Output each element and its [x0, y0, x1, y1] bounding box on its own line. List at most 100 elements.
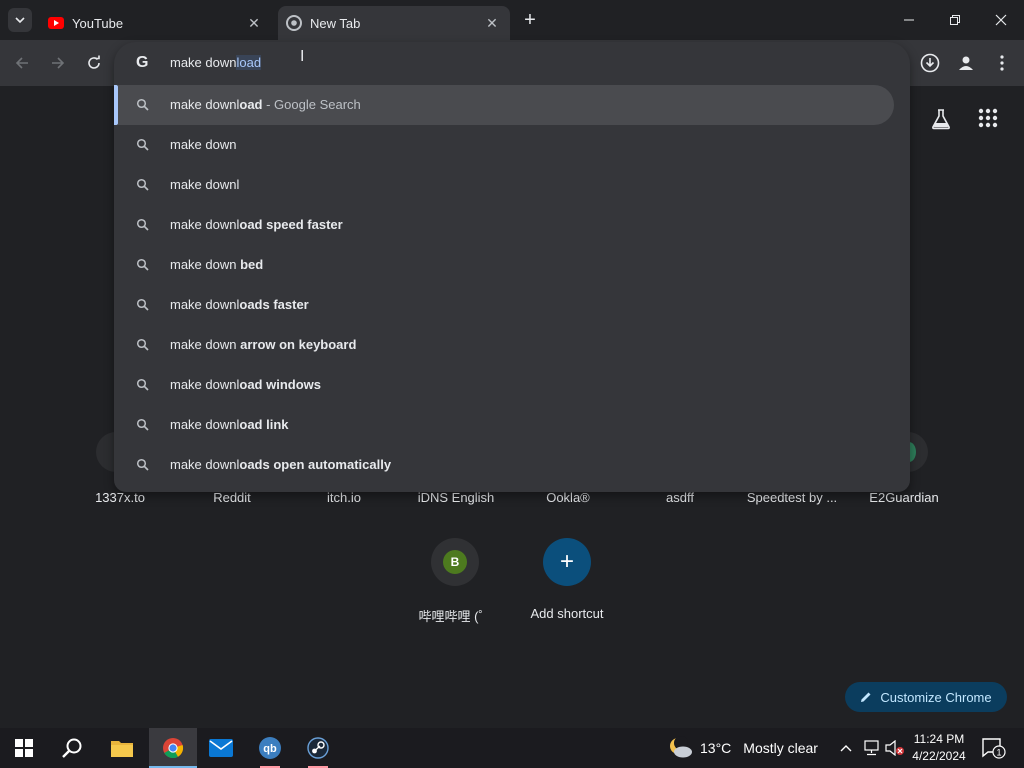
search-button[interactable]: [48, 728, 96, 768]
youtube-icon: [48, 15, 64, 31]
forward-button[interactable]: [46, 51, 70, 75]
more-vert-icon: [1000, 55, 1004, 71]
mail-icon: [209, 739, 233, 757]
search-icon: [136, 298, 149, 311]
folder-icon: [111, 741, 133, 757]
suggestion-text: make downl: [170, 177, 240, 192]
add-shortcut-button[interactable]: + Add shortcut: [511, 538, 623, 621]
minimize-button[interactable]: [886, 0, 932, 40]
omnibox-suggestion[interactable]: make download link: [114, 405, 910, 445]
apps-grid-icon: [978, 108, 998, 128]
minimize-icon: [904, 19, 914, 21]
qbittorrent-button[interactable]: qb: [246, 728, 294, 768]
start-button[interactable]: [0, 728, 48, 768]
show-hidden-icons-button[interactable]: [836, 728, 856, 768]
volume-button[interactable]: [884, 728, 906, 768]
svg-text:qb: qb: [263, 743, 277, 755]
labs-button[interactable]: [930, 108, 952, 135]
weather-desc: Mostly clear: [743, 740, 818, 756]
suggestion-text: make download link: [170, 417, 289, 432]
profile-button[interactable]: [954, 51, 978, 75]
search-icon: [62, 738, 82, 758]
omnibox-suggestion[interactable]: make down bed: [114, 245, 910, 285]
chrome-icon: [163, 738, 184, 759]
omnibox-suggestion[interactable]: make download windows: [114, 365, 910, 405]
shortcut-bilibili[interactable]: B 哔哩哔哩 (゜: [399, 538, 511, 625]
back-button[interactable]: [10, 51, 34, 75]
shortcut-ookla[interactable]: Ookla®: [512, 490, 624, 505]
shortcut-asdff[interactable]: asdff: [624, 490, 736, 505]
omnibox-suggestion[interactable]: make download - Google Search: [114, 85, 894, 125]
flask-icon: [932, 109, 950, 130]
restore-icon: [950, 15, 960, 25]
close-icon: [995, 14, 1007, 26]
search-icon: [136, 138, 149, 151]
reload-icon: [88, 55, 100, 69]
google-icon: G: [136, 54, 149, 71]
menu-button[interactable]: [990, 51, 1014, 75]
mail-button[interactable]: [197, 728, 245, 768]
tab-title: YouTube: [72, 15, 124, 31]
suggestion-text: make down bed: [170, 257, 264, 272]
tab-search-button[interactable]: [8, 8, 32, 32]
suggestion-text: make downloads faster: [170, 297, 309, 312]
pencil-icon: [861, 692, 871, 702]
download-icon: [920, 53, 940, 73]
address-input[interactable]: make download: [170, 55, 262, 70]
shortcut-e2guardian[interactable]: E2Guardian: [848, 490, 960, 505]
file-explorer-button[interactable]: [98, 728, 146, 768]
new-tab-button[interactable]: +: [518, 8, 542, 32]
tab-new-tab[interactable]: New Tab ✕: [278, 6, 510, 40]
omnibox-suggestion[interactable]: make downloads open automatically: [114, 445, 910, 485]
search-icon: [136, 338, 149, 351]
shortcut-speedtest[interactable]: Speedtest by ...: [736, 490, 848, 505]
tab-title: New Tab: [310, 15, 361, 31]
omnibox-suggestion[interactable]: make down arrow on keyboard: [114, 325, 910, 365]
notification-center-button[interactable]: 1: [980, 736, 1006, 760]
shortcuts-row: 1337x.to Reddit itch.io iDNS English Ook…: [64, 490, 964, 520]
clock[interactable]: 11:24 PM 4/22/2024: [906, 731, 972, 765]
omnibox-suggestion[interactable]: make download speed faster: [114, 205, 910, 245]
volume-muted-icon: [885, 740, 904, 756]
shortcut-itchio[interactable]: itch.io: [288, 490, 400, 505]
close-icon[interactable]: ✕: [244, 13, 264, 33]
profile-icon: [959, 56, 973, 70]
close-icon[interactable]: ✕: [482, 13, 502, 33]
omnibox-suggestion[interactable]: make downloads faster: [114, 285, 910, 325]
suggestion-text: make down arrow on keyboard: [170, 337, 357, 352]
shortcut-idns[interactable]: iDNS English: [400, 490, 512, 505]
steam-button[interactable]: [294, 728, 342, 768]
shortcut-1337x[interactable]: 1337x.to: [64, 490, 176, 505]
suggestion-text: make download - Google Search: [170, 97, 361, 112]
downloads-button[interactable]: [918, 51, 942, 75]
weather-widget[interactable]: 13°C Mostly clear: [668, 728, 818, 768]
close-window-button[interactable]: [978, 0, 1024, 40]
svg-text:1: 1: [996, 748, 1001, 758]
date: 4/22/2024: [912, 749, 966, 763]
moon-cloud-icon: [670, 736, 692, 758]
time: 11:24 PM: [913, 732, 965, 746]
tab-youtube[interactable]: YouTube ✕: [40, 6, 272, 40]
network-button[interactable]: [860, 728, 882, 768]
search-icon: [136, 258, 149, 271]
search-icon: [136, 98, 149, 111]
customize-chrome-button[interactable]: Customize Chrome: [845, 682, 1007, 712]
arrow-right-icon: [52, 57, 65, 69]
search-icon: [136, 418, 149, 431]
google-apps-button[interactable]: [978, 108, 998, 133]
plus-icon: +: [543, 538, 591, 586]
omnibox-suggestion[interactable]: make down: [114, 125, 910, 165]
search-icon: [136, 458, 149, 471]
notification-icon: 1: [982, 738, 1006, 759]
shortcut-reddit[interactable]: Reddit: [176, 490, 288, 505]
shortcut-icon: B: [431, 538, 479, 586]
chrome-taskbar-button[interactable]: [149, 728, 197, 768]
suggestion-text: make downloads open automatically: [170, 457, 392, 472]
omnibox-suggestion[interactable]: make downl: [114, 165, 910, 205]
search-icon: [136, 378, 149, 391]
reload-button[interactable]: [82, 51, 106, 75]
restore-button[interactable]: [932, 0, 978, 40]
weather-temp: 13°C: [700, 740, 732, 756]
address-bar[interactable]: G make download I: [114, 42, 910, 84]
search-icon: [136, 178, 149, 191]
